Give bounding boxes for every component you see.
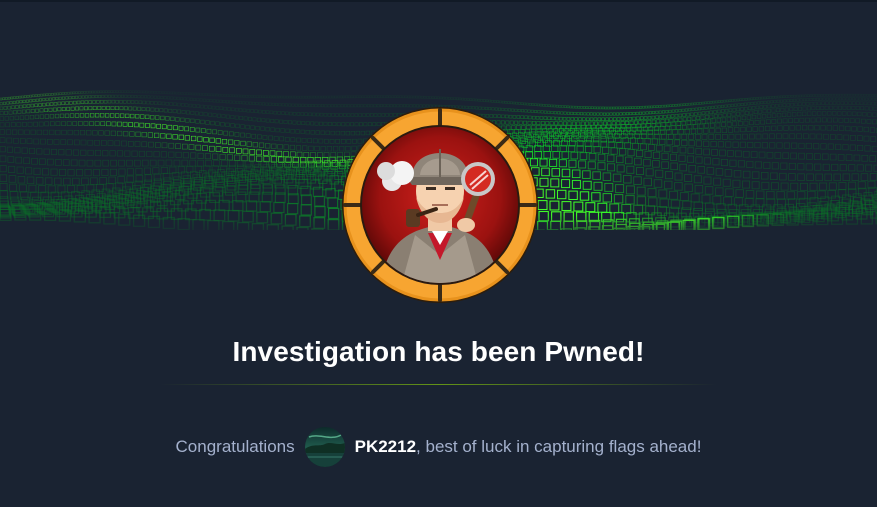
pwned-title: Investigation has been Pwned!: [232, 336, 645, 367]
congratulations-message: Congratulations PK2212 , best of luck in…: [0, 427, 877, 467]
title-divider: [160, 384, 717, 385]
top-strip: [0, 0, 877, 2]
congratulations-suffix: , best of luck in capturing flags ahead!: [416, 437, 702, 456]
username[interactable]: PK2212: [355, 437, 416, 457]
congratulations-prefix: Congratulations: [175, 437, 295, 456]
pwned-page: Investigation has been Pwned! Congratula…: [0, 0, 877, 507]
avatar[interactable]: [304, 427, 345, 467]
detective-badge-icon: [340, 105, 540, 305]
